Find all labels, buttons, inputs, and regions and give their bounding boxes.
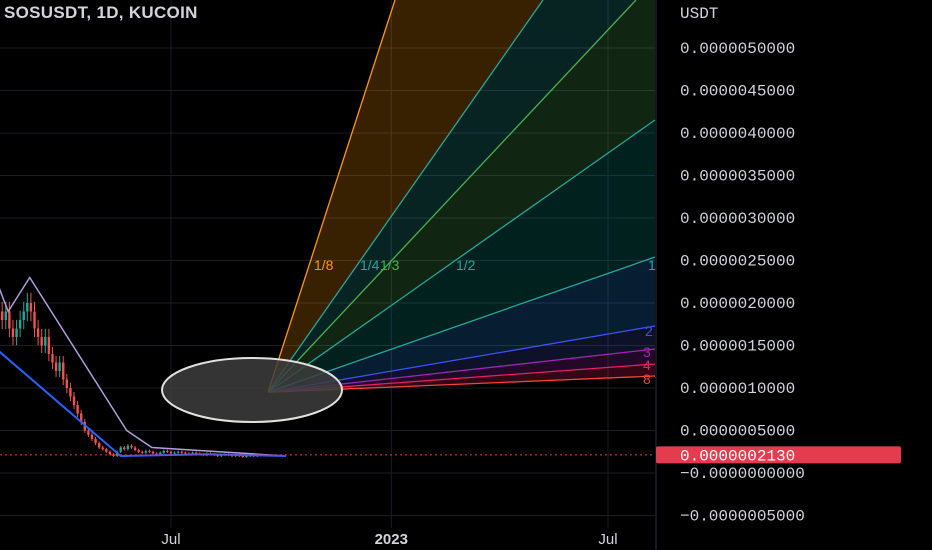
candle-body [0,311,4,320]
candle-body [94,439,97,444]
candle-body [54,362,58,371]
candle-body [18,320,22,329]
candle-body [159,452,162,455]
candle-body [180,451,183,453]
candle-body [123,447,126,450]
time-axis-tick-label: Jul [161,531,180,548]
candle-body [8,311,11,329]
price-axis-tick-label: 0.0000025000 [680,253,795,271]
candle-body [194,452,198,454]
candle-body [87,430,90,435]
price-axis-tick-label: 0.0000010000 [680,380,795,398]
price-axis-tick-label: −0.0000005000 [680,508,805,526]
gann-fan-fills [267,0,655,393]
price-axis-tick-label: −0.0000000000 [680,465,805,483]
price-axis-tick-label: 0.0000040000 [680,125,795,143]
candle-body [97,443,101,448]
candle-body [4,311,7,320]
price-axis-tick-label: 0.0000005000 [680,423,795,441]
highlight-ellipse [161,357,343,423]
candle-body [119,447,122,452]
candle-body [69,388,72,397]
price-axis-unit: USDT [680,5,718,23]
time-axis-tick-label: Jul [598,531,617,548]
candle-body [148,450,151,452]
gann-fan-label: 1 [648,257,656,273]
candle-body [169,451,173,454]
candle-body [105,449,108,452]
candle-body [26,303,29,312]
candle-body [47,337,51,354]
time-axis[interactable]: Jul 2023 Jul [161,531,617,548]
gann-fan-label: 2 [645,323,653,339]
price-axis-tick-label: 0.0000035000 [680,168,795,186]
candle-body [15,328,18,337]
candle-body [112,454,115,456]
candle-body [62,362,65,380]
candle-body [22,311,25,320]
gann-fan-label: 1/8 [314,257,334,273]
candle-body [133,447,137,451]
candle-body [101,447,104,450]
gann-fan-label: 1/2 [456,257,476,273]
last-price-tag-label: 0.0000002130 [680,447,795,465]
price-axis-tick-label: 0.0000045000 [680,83,795,101]
price-axis-tick-label: 0.0000020000 [680,295,795,313]
gann-fan-label: 8 [643,371,651,387]
candle-body [44,337,47,346]
candle-body [126,445,130,450]
gann-fan-label: 1/3 [380,257,400,273]
candle-body [40,337,43,346]
candle-body [173,452,176,454]
candle-body [144,450,148,453]
candle-body [72,396,76,405]
candle-body [162,450,166,453]
symbol-header[interactable]: SOSUSDT, 1D, KUCOIN [4,3,198,23]
candle-body [33,311,36,329]
candle-body [51,354,54,363]
price-axis-tick-label: 0.0000050000 [680,40,795,58]
candle-body [184,452,187,454]
candle-body [90,434,94,439]
candle-body [76,405,79,414]
last-price-tag: 0.0000002130 [656,446,901,465]
candle-body [36,328,40,337]
candle-body [141,451,144,453]
price-axis-tick-label: 0.0000015000 [680,338,795,356]
candle-body [11,328,15,337]
candle-body [108,451,112,455]
candle-body [166,450,169,452]
candle-body [130,445,133,448]
time-axis-tick-label: 2023 [375,531,408,548]
candle-body [241,456,245,457]
chart-canvas[interactable]: 1/8 1/4 1/3 1/2 12348 0.00000500000.00000450… [0,0,932,550]
candle-body [58,362,61,371]
candle-body [29,303,33,312]
price-axis-tick-label: 0.0000030000 [680,210,795,228]
candle-body [137,450,140,452]
candle-body [65,379,69,388]
candle-body [176,451,180,453]
candle-body [151,451,155,454]
gann-fan-label: 1/4 [360,257,380,273]
